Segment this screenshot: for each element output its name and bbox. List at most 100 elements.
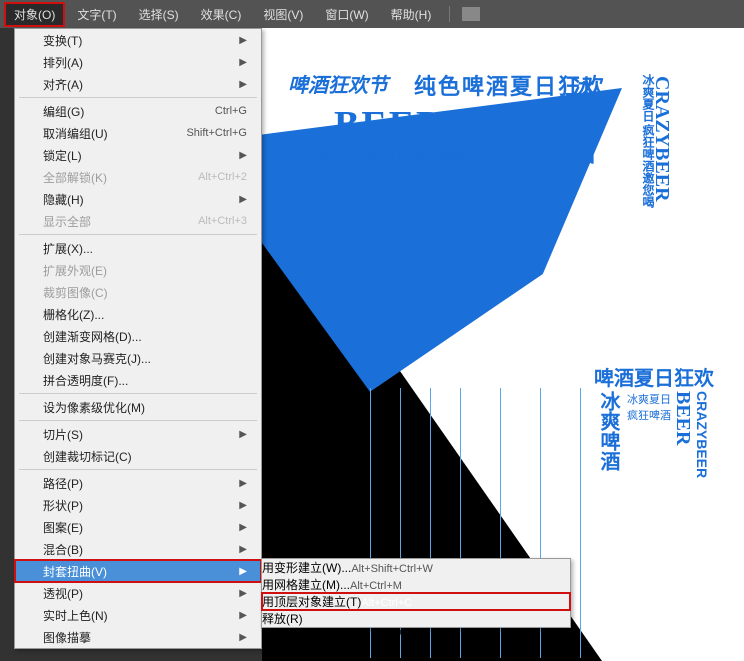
menu-shortcut: Alt+Ctrl+C: [361, 597, 412, 609]
object-menu-item: 扩展外观(E): [15, 259, 261, 281]
object-menu-item[interactable]: 切片(S)▶: [15, 423, 261, 445]
menu-separator: [19, 97, 257, 98]
submenu-arrow-icon: ▶: [239, 566, 247, 577]
menu-shortcut: Alt+Ctrl+3: [198, 215, 247, 227]
separator: [449, 6, 450, 22]
menu-item-label: 实时上色(N): [43, 607, 108, 624]
object-menu-item[interactable]: 排列(A) ▶: [15, 51, 261, 73]
menu-item-label: 编组(G): [43, 103, 84, 120]
menu-item-label: 创建对象马赛克(J)...: [43, 350, 151, 367]
submenu-arrow-icon: ▶: [239, 79, 247, 90]
envelope-submenu-item[interactable]: 用网格建立(M)...Alt+Ctrl+M: [262, 576, 570, 593]
art-text: SDESIGN: [486, 124, 549, 139]
menu-item-label: 扩展外观(E): [43, 262, 107, 279]
menu-shortcut: Alt+Shift+Ctrl+W: [351, 563, 433, 575]
menu-item-label: 设为像素级优化(M): [43, 399, 145, 416]
menu-item-label: 释放(R): [262, 612, 303, 626]
object-menu-item[interactable]: 扩展(X)...: [15, 237, 261, 259]
object-menu-item: 裁剪图像(C): [15, 281, 261, 303]
menu-item-label: 图像描摹: [43, 629, 91, 646]
menu-item-label: 隐藏(H): [43, 191, 84, 208]
object-menu-item[interactable]: 图像描摹 ▶: [15, 626, 261, 648]
object-menu-item[interactable]: 混合(B)▶: [15, 538, 261, 560]
object-menu-item: 全部解锁(K) Alt+Ctrl+2: [15, 166, 261, 188]
art-text: 啤酒狂欢节: [288, 76, 388, 97]
submenu-arrow-icon: ▶: [239, 194, 247, 205]
object-menu-item[interactable]: 设为像素级优化(M): [15, 396, 261, 418]
menu-object[interactable]: 对象(O): [4, 2, 65, 27]
object-menu-item[interactable]: 创建对象马赛克(J)...: [15, 347, 261, 369]
menu-item-label: 创建渐变网格(D)...: [43, 328, 142, 345]
art-text: 冰爽啤酒: [571, 76, 594, 164]
art-text: BEER: [334, 106, 445, 146]
envelope-submenu-item: 释放(R): [262, 610, 570, 627]
submenu-arrow-icon: ▶: [239, 522, 247, 533]
object-menu-item[interactable]: 创建渐变网格(D)...: [15, 325, 261, 347]
menu-view[interactable]: 视图(V): [253, 2, 313, 27]
object-menu-item[interactable]: 形状(P)▶: [15, 494, 261, 516]
submenu-arrow-icon: ▶: [239, 610, 247, 621]
menu-separator: [19, 234, 257, 235]
art-text-lower: 啤酒夏日狂欢 冰爽啤酒 冰爽夏日 疯狂啤酒 BEER CRAZYBEER: [594, 362, 744, 478]
object-menu-item[interactable]: 拼合透明度(F)...: [15, 369, 261, 391]
menu-effect[interactable]: 效果(C): [191, 2, 252, 27]
object-menu-item[interactable]: 锁定(L)▶: [15, 144, 261, 166]
envelope-submenu-item[interactable]: 用顶层对象建立(T)Alt+Ctrl+C: [262, 593, 570, 610]
object-menu-item[interactable]: 实时上色(N) ▶: [15, 604, 261, 626]
menu-item-label: 变换(T): [43, 32, 82, 49]
object-menu: 变换(T)▶排列(A)▶对齐(A)▶编组(G)Ctrl+G取消编组(U)Shif…: [14, 28, 262, 649]
menu-item-label: 拼合透明度(F)...: [43, 372, 128, 389]
object-menu-item[interactable]: 变换(T) ▶: [15, 29, 261, 51]
object-menu-item[interactable]: 图案(E) ▶: [15, 516, 261, 538]
menu-item-label: 形状(P): [43, 497, 83, 514]
object-menu-item[interactable]: 隐藏(H) ▶: [15, 188, 261, 210]
object-menu-item[interactable]: 编组(G) Ctrl+G: [15, 100, 261, 122]
menu-item-label: 取消编组(U): [43, 125, 108, 142]
object-menu-item[interactable]: 栅格化(Z)...: [15, 303, 261, 325]
art-text: 啤酒夏日狂欢: [594, 362, 744, 391]
object-menu-item[interactable]: 路径(P)▶: [15, 472, 261, 494]
menu-separator: [19, 469, 257, 470]
menu-type[interactable]: 文字(T): [67, 2, 126, 27]
object-menu-item[interactable]: 取消编组(U) Shift+Ctrl+G: [15, 122, 261, 144]
menu-shortcut: Alt+Ctrl+2: [198, 171, 247, 183]
menu-item-label: 创建裁切标记(C): [43, 448, 132, 465]
art-text: CRAZYBEER: [651, 76, 672, 202]
art-text: 纯生啤酒清爽夏日啤酒节邀您畅饮: [314, 152, 479, 163]
art-text: BEER: [671, 391, 694, 478]
menu-item-label: 图案(E): [43, 519, 83, 536]
submenu-arrow-icon: ▶: [239, 35, 247, 46]
menu-shortcut: Alt+Ctrl+M: [350, 580, 402, 592]
art-text: CRAZYBEER: [694, 391, 710, 478]
menubar: 对象(O) 文字(T) 选择(S) 效果(C) 视图(V) 窗口(W) 帮助(H…: [0, 0, 744, 28]
menu-shortcut: Ctrl+G: [215, 105, 247, 117]
submenu-arrow-icon: ▶: [239, 57, 247, 68]
menu-separator: [19, 393, 257, 394]
art-text: 冰爽夏日: [627, 391, 671, 407]
art-text: COLDBEERFESTIVAL: [324, 166, 485, 181]
envelope-submenu-item[interactable]: 用变形建立(W)...Alt+Shift+Ctrl+W: [262, 559, 570, 576]
object-menu-item[interactable]: 封套扭曲(V) ▶: [15, 560, 261, 582]
submenu-arrow-icon: ▶: [239, 632, 247, 643]
menu-window[interactable]: 窗口(W): [315, 2, 378, 27]
toolbar-icon[interactable]: [462, 7, 480, 21]
menu-separator: [19, 420, 257, 421]
menu-item-label: 用网格建立(M)...: [262, 578, 350, 592]
menu-item-label: 显示全部: [43, 213, 91, 230]
object-menu-item: 显示全部 Alt+Ctrl+3: [15, 210, 261, 232]
menu-item-label: 排列(A): [43, 54, 83, 71]
object-menu-item[interactable]: 对齐(A)▶: [15, 73, 261, 95]
art-text: 疯狂啤酒: [627, 407, 671, 423]
object-menu-item[interactable]: 创建裁切标记(C): [15, 445, 261, 467]
menu-item-label: 扩展(X)...: [43, 240, 93, 257]
menu-item-label: 裁剪图像(C): [43, 284, 108, 301]
menu-select[interactable]: 选择(S): [129, 2, 189, 27]
submenu-arrow-icon: ▶: [239, 150, 247, 161]
menu-help[interactable]: 帮助(H): [381, 2, 442, 27]
submenu-arrow-icon: ▶: [239, 429, 247, 440]
object-menu-item[interactable]: 透视(P)▶: [15, 582, 261, 604]
menu-item-label: 封套扭曲(V): [43, 563, 107, 580]
menu-shortcut: Shift+Ctrl+G: [186, 127, 247, 139]
menu-item-label: 全部解锁(K): [43, 169, 107, 186]
submenu-arrow-icon: ▶: [239, 478, 247, 489]
